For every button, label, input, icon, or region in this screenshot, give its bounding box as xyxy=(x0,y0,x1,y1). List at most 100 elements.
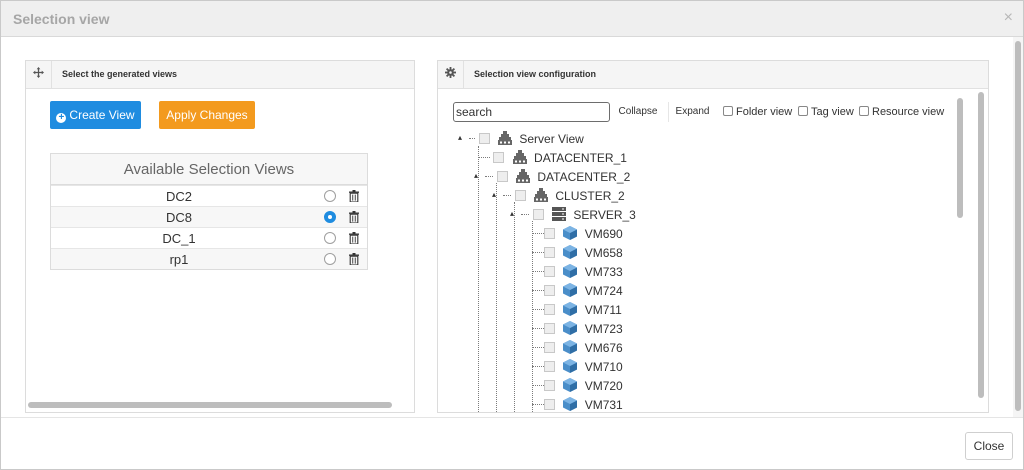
view-select-radio[interactable] xyxy=(324,190,336,202)
tree-node-vm[interactable]: VM658 xyxy=(532,244,623,262)
tree-node-label: VM710 xyxy=(584,360,623,374)
close-icon[interactable]: × xyxy=(1004,9,1013,27)
apply-changes-button[interactable]: Apply Changes xyxy=(159,101,255,129)
trash-icon[interactable] xyxy=(349,232,359,244)
tag-view-checkbox[interactable] xyxy=(798,106,808,116)
tree-connector xyxy=(521,205,530,215)
resource-view-filter[interactable]: Resource view xyxy=(859,106,944,120)
tree-node-cluster-2[interactable]: ▴ CLUSTER_2 xyxy=(492,186,625,205)
expand-button[interactable]: Expand xyxy=(668,102,716,122)
virtual-machine-icon xyxy=(563,378,578,392)
tree-scrollbar[interactable] xyxy=(953,98,967,413)
view-row-dc2: DC2 xyxy=(51,185,367,206)
tree-node-vm[interactable]: VM720 xyxy=(532,377,623,395)
generated-views-panel: Select the generated views + Create View … xyxy=(25,60,415,413)
tree-connector xyxy=(485,167,494,177)
tree-node-checkbox[interactable] xyxy=(532,209,544,220)
tree-node-server-view[interactable]: ▴ Server View xyxy=(458,130,584,148)
tree-node-checkbox[interactable] xyxy=(544,380,555,391)
tree-node-server-3[interactable]: ▴ SERVER_3 xyxy=(510,205,636,224)
tree-node-checkbox[interactable] xyxy=(544,342,555,353)
folder-view-filter[interactable]: Folder view xyxy=(723,106,792,120)
tree-connector xyxy=(532,376,544,386)
tree-node-checkbox[interactable] xyxy=(544,323,555,334)
virtual-machine-icon xyxy=(563,226,578,240)
tree-node-label: VM723 xyxy=(584,322,623,336)
view-select-radio[interactable] xyxy=(324,211,336,223)
tree-node-checkbox[interactable] xyxy=(496,171,508,182)
tree-connector xyxy=(532,338,544,348)
tree-connector xyxy=(532,319,544,329)
create-view-label: Create View xyxy=(69,108,135,122)
view-select-radio[interactable] xyxy=(324,253,336,265)
horizontal-scrollbar-thumb[interactable] xyxy=(28,402,392,408)
tree-node-label: VM731 xyxy=(584,398,623,412)
tree-node-vm[interactable]: VM690 xyxy=(532,225,623,243)
modal-footer: Close xyxy=(1,417,1023,469)
tree-node-checkbox[interactable] xyxy=(544,228,555,239)
tree-connector xyxy=(478,146,479,413)
tree-node-checkbox[interactable] xyxy=(544,247,555,258)
tree-node-checkbox[interactable] xyxy=(544,285,555,296)
tree-node-vm[interactable]: VM676 xyxy=(532,339,623,357)
tree-connector xyxy=(532,224,544,234)
tree-node-checkbox[interactable] xyxy=(544,399,555,410)
plus-circle-icon: + xyxy=(56,113,67,123)
folder-view-checkbox[interactable] xyxy=(723,106,733,116)
folder-view-label: Folder view xyxy=(736,106,793,118)
tree-node-vm[interactable]: VM711 xyxy=(532,301,622,319)
tree-node-checkbox[interactable] xyxy=(544,304,555,315)
tree-connector xyxy=(503,186,512,196)
tree-node-checkbox[interactable] xyxy=(493,152,505,163)
tree-node-label: VM724 xyxy=(584,284,623,298)
cluster-tree-icon xyxy=(534,188,549,202)
datacenter-tree-icon xyxy=(512,150,527,164)
tree-node-datacenter-1[interactable]: DATACENTER_1 xyxy=(478,149,627,167)
trash-icon[interactable] xyxy=(349,211,359,223)
tree-node-checkbox[interactable] xyxy=(544,266,555,277)
view-select-radio[interactable] xyxy=(324,232,336,244)
tree-expanded-toggle-icon[interactable]: ▴ xyxy=(474,171,482,180)
tree-expanded-toggle-icon[interactable]: ▴ xyxy=(458,133,466,142)
datacenter-tree-icon xyxy=(516,169,531,183)
resource-view-checkbox[interactable] xyxy=(859,106,869,116)
modal-title: Selection view xyxy=(13,11,110,27)
tree-node-label: CLUSTER_2 xyxy=(555,189,625,203)
tree-node-vm[interactable]: VM723 xyxy=(532,320,623,338)
tree-node-datacenter-2[interactable]: ▴ DATACENTER_2 xyxy=(474,167,631,186)
datacenter-tree-icon xyxy=(498,131,513,145)
tree-node-checkbox[interactable] xyxy=(514,190,526,201)
trash-icon[interactable] xyxy=(349,190,359,202)
available-views-table: Available Selection Views DC2 DC8 DC_1 r… xyxy=(50,153,368,270)
tree-connector xyxy=(532,300,544,310)
tree-node-checkbox[interactable] xyxy=(478,133,490,144)
virtual-machine-icon xyxy=(563,302,578,316)
selection-view-modal: Selection view × Select the generated vi… xyxy=(0,0,1024,470)
trash-icon[interactable] xyxy=(349,253,359,265)
tree-node-vm[interactable]: VM733 xyxy=(532,263,623,281)
tree-node-label: DATACENTER_2 xyxy=(537,170,631,184)
modal-scrollbar-thumb[interactable] xyxy=(1015,41,1021,411)
modal-header: Selection view × xyxy=(1,1,1023,37)
tree-node-label: Server View xyxy=(519,132,584,146)
tree-scrollbar-thumb[interactable] xyxy=(957,98,963,218)
tree-expanded-toggle-icon[interactable]: ▴ xyxy=(510,209,518,218)
available-views-header: Available Selection Views xyxy=(51,154,367,185)
view-row-rp1: rp1 xyxy=(51,248,367,269)
create-view-button[interactable]: + Create View xyxy=(50,101,141,129)
tree-search-input[interactable] xyxy=(453,102,610,122)
tree-node-vm[interactable]: VM731 xyxy=(532,396,623,413)
config-panel-scrollbar[interactable] xyxy=(975,92,987,412)
horizontal-scrollbar[interactable] xyxy=(28,402,413,410)
collapse-button[interactable]: Collapse xyxy=(614,102,662,122)
tree-node-checkbox[interactable] xyxy=(544,361,555,372)
tag-view-label: Tag view xyxy=(811,106,854,118)
generated-views-title: Select the generated views xyxy=(62,69,178,79)
view-configuration-panel: Selection view configuration Collapse Ex… xyxy=(437,60,989,413)
tag-view-filter[interactable]: Tag view xyxy=(798,106,854,120)
close-button[interactable]: Close xyxy=(965,432,1013,460)
tree-expanded-toggle-icon[interactable]: ▴ xyxy=(492,190,500,199)
config-panel-scrollbar-thumb[interactable] xyxy=(978,92,984,398)
tree-node-vm[interactable]: VM724 xyxy=(532,282,623,300)
tree-node-vm[interactable]: VM710 xyxy=(532,358,623,376)
